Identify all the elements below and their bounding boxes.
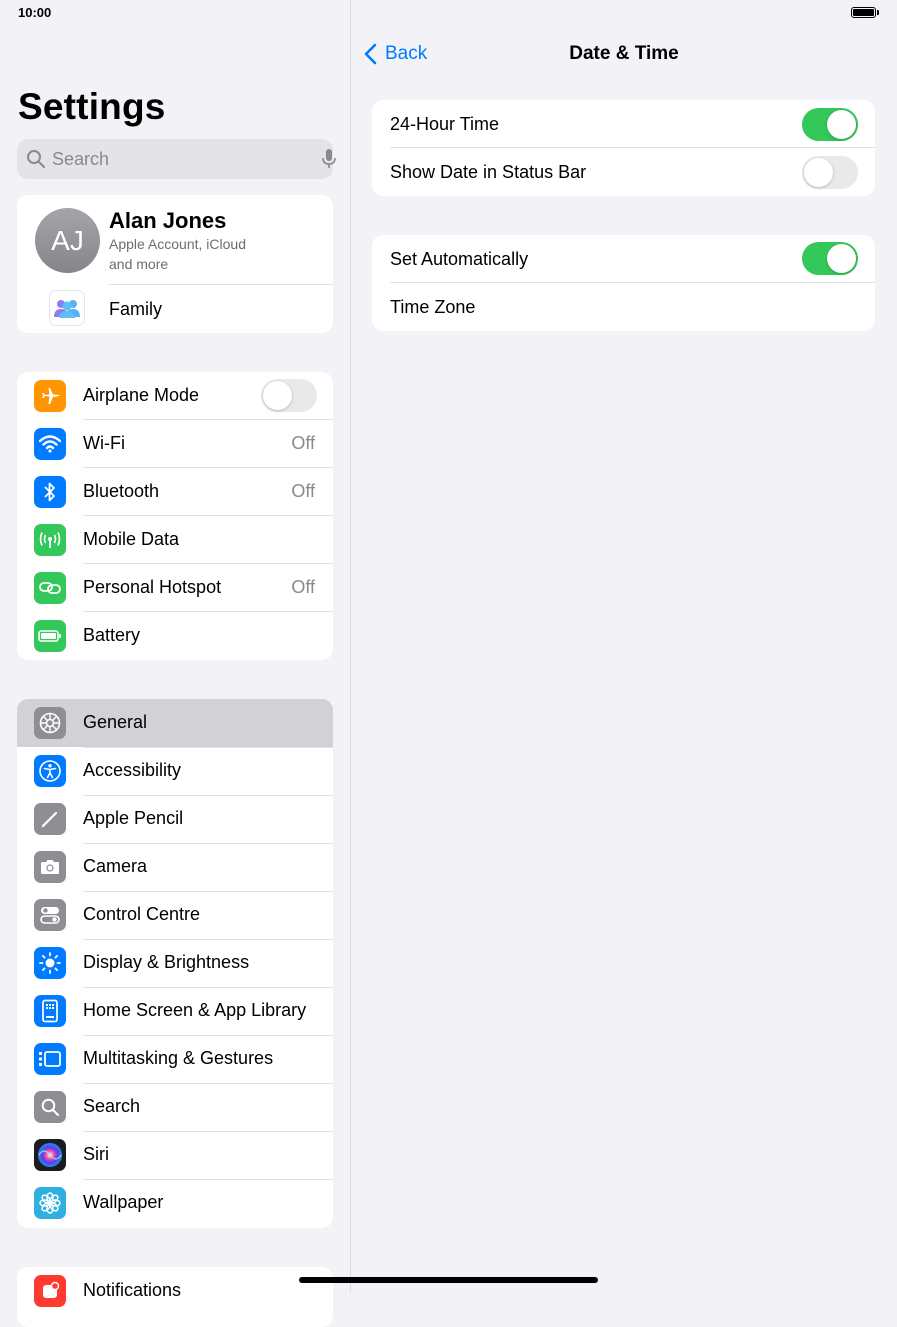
- notifications-group: Notifications: [17, 1267, 333, 1327]
- time-format-group: 24-Hour Time Show Date in Status Bar: [372, 100, 875, 196]
- flower-icon: [34, 1187, 66, 1219]
- sidebar-item-personal-hotspot[interactable]: Personal Hotspot Off: [17, 564, 333, 612]
- sidebar-item-general[interactable]: General: [17, 699, 333, 747]
- family-row[interactable]: Family: [17, 285, 333, 333]
- magnifier-icon: [26, 149, 46, 174]
- row-label: Show Date in Status Bar: [390, 162, 587, 182]
- battery-icon: [34, 620, 66, 652]
- home-screen-icon: [34, 995, 66, 1027]
- sidebar-item-search[interactable]: Search: [17, 1083, 333, 1131]
- multitasking-icon: [34, 1043, 66, 1075]
- sidebar-item-accessibility[interactable]: Accessibility: [17, 747, 333, 795]
- sidebar-item-label: Camera: [83, 856, 148, 876]
- sidebar-item-battery[interactable]: Battery: [17, 612, 333, 660]
- row-24-hour-time: 24-Hour Time: [372, 100, 875, 148]
- sidebar-item-label: General: [83, 712, 148, 732]
- profile-subtitle: Apple Account, iCloud: [109, 236, 246, 252]
- search-placeholder: Search: [52, 149, 110, 169]
- sidebar-item-label: Personal Hotspot: [83, 577, 222, 597]
- profile-name: Alan Jones: [109, 208, 227, 233]
- row-show-date-status-bar: Show Date in Status Bar: [372, 148, 875, 196]
- sidebar-item-label: Wallpaper: [83, 1192, 164, 1212]
- show-date-toggle[interactable]: [802, 156, 858, 189]
- avatar: AJ: [35, 208, 100, 273]
- row-label: 24-Hour Time: [390, 114, 500, 134]
- sidebar-item-label: Accessibility: [83, 760, 182, 780]
- hotspot-icon: [34, 572, 66, 604]
- pencil-icon: [34, 803, 66, 835]
- camera-icon: [34, 851, 66, 883]
- sidebar-item-display-brightness[interactable]: Display & Brightness: [17, 939, 333, 987]
- row-label: Time Zone: [390, 297, 476, 317]
- sidebar-item-siri[interactable]: Siri: [17, 1131, 333, 1179]
- profile-group: AJ Alan Jones Apple Account, iCloud and …: [17, 195, 333, 333]
- search-input[interactable]: Search: [17, 139, 336, 179]
- search-icon: [34, 1091, 66, 1123]
- sidebar-item-mobile-data[interactable]: Mobile Data: [17, 516, 333, 564]
- battery-cap: [877, 10, 879, 15]
- hotspot-status-value: Off: [291, 577, 315, 597]
- sidebar-item-label: Bluetooth: [83, 481, 160, 501]
- bluetooth-icon: [34, 476, 66, 508]
- sidebar-item-label: Home Screen & App Library: [83, 1000, 307, 1020]
- sidebar-item-label: Search: [83, 1096, 141, 1116]
- family-label: Family: [109, 299, 162, 319]
- sidebar-item-label: Mobile Data: [83, 529, 180, 549]
- sidebar-item-wifi[interactable]: Wi-Fi Off: [17, 420, 333, 468]
- sidebar-item-apple-pencil[interactable]: Apple Pencil: [17, 795, 333, 843]
- home-indicator[interactable]: [299, 1277, 598, 1283]
- sidebar-item-label: Battery: [83, 625, 141, 645]
- time-zone-group: Set Automatically Time Zone: [372, 235, 875, 331]
- sun-icon: [34, 947, 66, 979]
- 24-hour-time-toggle[interactable]: [802, 108, 858, 141]
- page-title: Date & Time: [569, 43, 679, 64]
- sidebar-item-label: Notifications: [83, 1280, 182, 1300]
- sidebar-item-label: Wi-Fi: [83, 433, 125, 453]
- sidebar-title: Settings: [18, 86, 166, 127]
- battery-status-icon: [851, 7, 876, 18]
- sidebar-item-label: Control Centre: [83, 904, 201, 924]
- row-time-zone[interactable]: Time Zone: [372, 283, 875, 331]
- siri-icon: [34, 1139, 66, 1171]
- profile-row[interactable]: AJ Alan Jones Apple Account, iCloud and …: [17, 195, 333, 284]
- settings-sidebar: Settings Search AJ Alan Jones Apple Acco…: [0, 0, 350, 1327]
- sidebar-item-label: Siri: [83, 1144, 109, 1164]
- microphone-icon[interactable]: [322, 149, 336, 174]
- sidebar-item-label: Airplane Mode: [83, 385, 200, 405]
- accessibility-icon: [34, 755, 66, 787]
- antenna-icon: [34, 524, 66, 556]
- connectivity-group: Airplane Mode Wi-Fi Off Bluetooth Off Mo…: [17, 372, 333, 660]
- airplane-mode-toggle[interactable]: [261, 379, 317, 412]
- general-group: General Accessibility Apple Pencil Camer…: [17, 699, 333, 1228]
- sidebar-item-home-screen[interactable]: Home Screen & App Library: [17, 987, 333, 1035]
- gear-icon: [34, 707, 66, 739]
- sidebar-item-control-centre[interactable]: Control Centre: [17, 891, 333, 939]
- sidebar-item-bluetooth[interactable]: Bluetooth Off: [17, 468, 333, 516]
- sidebar-item-label: Display & Brightness: [83, 952, 250, 972]
- switches-icon: [34, 899, 66, 931]
- sidebar-item-label: Multitasking & Gestures: [83, 1048, 274, 1068]
- split-divider: [350, 0, 351, 1292]
- sidebar-item-airplane-mode[interactable]: Airplane Mode: [17, 372, 333, 420]
- row-set-automatically: Set Automatically: [372, 235, 875, 283]
- sidebar-item-camera[interactable]: Camera: [17, 843, 333, 891]
- sidebar-item-notifications[interactable]: Notifications: [17, 1267, 333, 1315]
- row-label: Set Automatically: [390, 249, 529, 269]
- sidebar-item-multitasking[interactable]: Multitasking & Gestures: [17, 1035, 333, 1083]
- notifications-icon: [34, 1275, 66, 1307]
- wifi-icon: [34, 428, 66, 460]
- family-icon: [49, 290, 85, 326]
- bluetooth-status-value: Off: [291, 481, 315, 501]
- wifi-status-value: Off: [291, 433, 315, 453]
- set-automatically-toggle[interactable]: [802, 242, 858, 275]
- sidebar-item-wallpaper[interactable]: Wallpaper: [17, 1179, 333, 1227]
- profile-subtitle-more: and more: [109, 256, 169, 272]
- sidebar-item-label: Apple Pencil: [83, 808, 184, 828]
- airplane-icon: [34, 380, 66, 412]
